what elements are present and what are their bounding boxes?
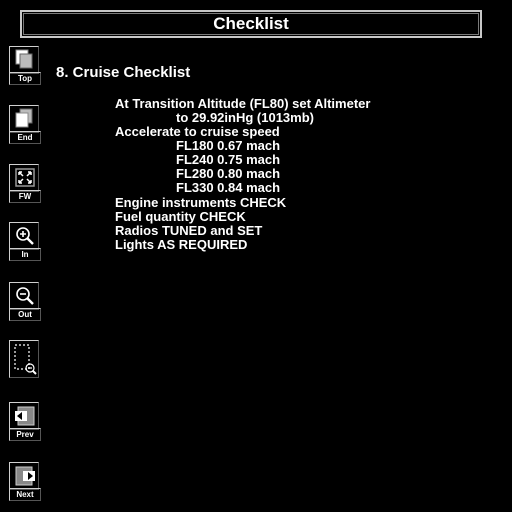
full-width-icon [9,164,39,192]
section-title: 8. Cruise Checklist [56,64,191,81]
end-button[interactable]: End [8,105,41,144]
checklist-item: Engine instruments CHECK [115,195,287,210]
checklist-item: Fuel quantity CHECK [115,209,246,224]
next-icon [9,462,39,490]
checklist-item: Accelerate to cruise speed [115,124,280,139]
zoom-region-button[interactable] [8,340,40,380]
top-button[interactable]: Top [8,46,41,85]
out-label: Out [9,308,41,321]
prev-button[interactable]: Prev [8,402,41,441]
next-button[interactable]: Next [8,462,41,501]
prev-label: Prev [9,428,41,441]
top-icon [9,46,39,74]
checklist-item: to 29.92inHg (1013mb) [176,110,314,125]
in-label: In [9,248,41,261]
checklist-item: Radios TUNED and SET [115,223,263,238]
end-label: End [9,131,41,144]
checklist-item: FL180 0.67 mach [176,138,281,153]
prev-icon [9,402,39,430]
checklist-item: At Transition Altitude (FL80) set Altime… [115,96,371,111]
zoom-out-button[interactable]: Out [8,282,41,321]
checklist-item: FL240 0.75 mach [176,152,281,167]
end-icon [9,105,39,133]
zoom-in-icon [9,222,39,250]
next-label: Next [9,488,41,501]
zoom-out-icon [9,282,39,310]
fw-button[interactable]: FW [8,164,41,203]
checklist-item: Lights AS REQUIRED [115,237,248,252]
window-title-bar: Checklist [20,10,482,38]
fw-label: FW [9,190,41,203]
checklist-item: FL280 0.80 mach [176,166,281,181]
zoom-region-icon [9,340,39,378]
checklist-item: FL330 0.84 mach [176,180,281,195]
window-title: Checklist [213,14,289,33]
top-label: Top [9,72,41,85]
zoom-in-button[interactable]: In [8,222,41,261]
